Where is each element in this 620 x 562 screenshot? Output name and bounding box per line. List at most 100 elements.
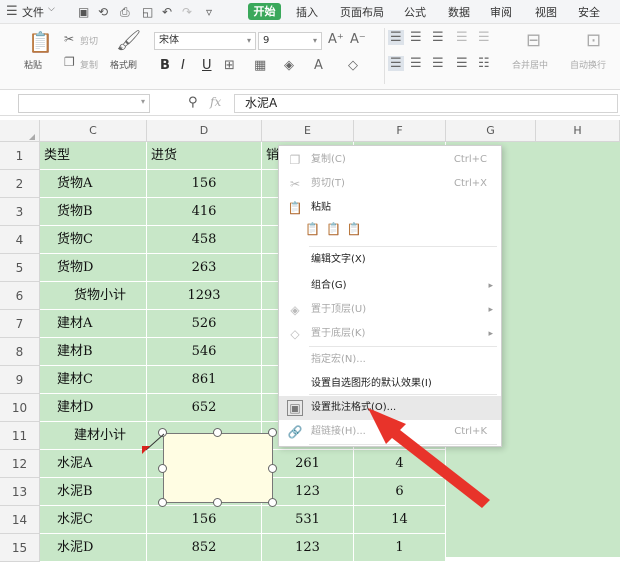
row-header-12[interactable]: 12 <box>0 450 40 478</box>
cell-c12[interactable]: 水泥A <box>40 450 147 478</box>
zoom-search-icon[interactable]: ⚲ <box>188 95 198 110</box>
cell-c9[interactable]: 建材C <box>40 366 147 394</box>
row-header-1[interactable]: 1 <box>0 142 40 170</box>
format-painter-icon[interactable]: 🖌 <box>116 28 141 52</box>
indent-increase-icon[interactable]: ☰ <box>478 30 490 45</box>
row-header-7[interactable]: 7 <box>0 310 40 338</box>
cell-f15[interactable]: 1 <box>354 534 446 562</box>
cell-c11[interactable]: 建材小计 <box>40 422 147 450</box>
cell-d10[interactable]: 652 <box>147 394 262 422</box>
wrap-text-button[interactable]: 自动换行 <box>570 58 606 71</box>
align-center-icon[interactable]: ☰ <box>410 56 422 71</box>
cell-f14[interactable]: 14 <box>354 506 446 534</box>
column-header-d[interactable]: D <box>147 120 262 142</box>
format-painter-button[interactable]: 格式刷 <box>110 58 137 71</box>
row-header-11[interactable]: 11 <box>0 422 40 450</box>
tab-formulas[interactable]: 公式 <box>404 4 426 20</box>
cell-c14[interactable]: 水泥C <box>40 506 147 534</box>
underline-icon[interactable]: U <box>202 58 212 73</box>
resize-handle[interactable] <box>268 498 277 507</box>
row-header-6[interactable]: 6 <box>0 282 40 310</box>
tab-data[interactable]: 数据 <box>448 4 470 20</box>
resize-handle[interactable] <box>268 464 277 473</box>
context-menu-item-3[interactable]: 📋 粘贴 <box>279 196 501 220</box>
print-icon[interactable]: ⎙ <box>120 5 130 20</box>
chevron-down-icon[interactable]: ⌵ <box>48 4 55 14</box>
print-preview-icon[interactable]: ◱ <box>142 5 153 19</box>
context-menu-item-6[interactable]: ◈ 置于顶层(U) ▸ <box>279 298 501 322</box>
bold-icon[interactable]: B <box>160 58 170 73</box>
row-header-3[interactable]: 3 <box>0 198 40 226</box>
cell-c1[interactable]: 类型 <box>40 142 147 170</box>
column-header-e[interactable]: E <box>262 120 354 142</box>
cell-d14[interactable]: 156 <box>147 506 262 534</box>
tab-home[interactable]: 开始 <box>248 3 281 20</box>
cell-d15[interactable]: 852 <box>147 534 262 562</box>
indent-decrease-icon[interactable]: ☰ <box>456 30 468 45</box>
copy-icon[interactable]: ❐ <box>64 55 75 69</box>
row-header-5[interactable]: 5 <box>0 254 40 282</box>
align-right-icon[interactable]: ☰ <box>432 56 444 71</box>
cell-c7[interactable]: 建材A <box>40 310 147 338</box>
borders-icon[interactable]: ⊞ <box>224 58 235 73</box>
cell-e15[interactable]: 123 <box>262 534 354 562</box>
cell-d4[interactable]: 458 <box>147 226 262 254</box>
justify-icon[interactable]: ☰ <box>456 56 468 71</box>
italic-icon[interactable]: I <box>181 58 185 73</box>
fill-pattern-icon[interactable]: ▦ <box>254 58 266 73</box>
undo-history-icon[interactable]: ⟲ <box>98 5 108 19</box>
context-menu-item-8[interactable]: 指定宏(N)... <box>279 348 501 372</box>
cell-d9[interactable]: 861 <box>147 366 262 394</box>
paste-option-icon[interactable]: 📋 <box>326 222 347 236</box>
hamburger-menu-icon[interactable]: ☰ <box>6 4 18 19</box>
column-header-h[interactable]: H <box>536 120 620 142</box>
resize-handle[interactable] <box>158 464 167 473</box>
paste-option-icon[interactable]: 📋 <box>305 222 326 236</box>
row-header-8[interactable]: 8 <box>0 338 40 366</box>
context-menu-item-9[interactable]: 设置自选图形的默认效果(I) <box>279 372 501 396</box>
cell-c13[interactable]: 水泥B <box>40 478 147 506</box>
merge-center-icon[interactable]: ⊟ <box>526 30 541 51</box>
fill-color-icon[interactable]: ◈ <box>284 58 294 73</box>
merge-center-button[interactable]: 合并居中 <box>512 58 548 71</box>
row-header-4[interactable]: 4 <box>0 226 40 254</box>
scissors-icon[interactable]: ✂ <box>64 32 74 46</box>
cell-d2[interactable]: 156 <box>147 170 262 198</box>
paste-option-icon[interactable]: 📋 <box>347 222 368 236</box>
select-all-corner[interactable] <box>0 120 40 142</box>
resize-handle[interactable] <box>213 428 222 437</box>
cell-d7[interactable]: 526 <box>147 310 262 338</box>
resize-handle[interactable] <box>268 428 277 437</box>
wrap-text-icon[interactable]: ⊡ <box>586 30 601 51</box>
save-icon[interactable]: ▣ <box>78 5 89 19</box>
fx-button[interactable]: fx <box>210 95 221 109</box>
name-box[interactable]: ▾ <box>18 94 150 113</box>
row-header-15[interactable]: 15 <box>0 534 40 562</box>
paste-button[interactable]: 粘贴 <box>24 58 42 71</box>
row-header-9[interactable]: 9 <box>0 366 40 394</box>
cell-c4[interactable]: 货物C <box>40 226 147 254</box>
paste-options-row[interactable]: 📋📋📋 <box>305 222 368 236</box>
column-header-f[interactable]: F <box>354 120 446 142</box>
align-left-icon[interactable]: ☰ <box>388 56 404 71</box>
context-menu-item-5[interactable]: 组合(G) ▸ <box>279 274 501 298</box>
cell-d1[interactable]: 进货 <box>147 142 262 170</box>
cell-d6[interactable]: 1293 <box>147 282 262 310</box>
tab-page-layout[interactable]: 页面布局 <box>340 4 384 20</box>
cell-c5[interactable]: 货物D <box>40 254 147 282</box>
undo-icon[interactable]: ↶ <box>162 5 172 19</box>
context-menu-item-4[interactable]: 编辑文字(X) <box>279 248 501 272</box>
cell-c6[interactable]: 货物小计 <box>40 282 147 310</box>
cell-c3[interactable]: 货物B <box>40 198 147 226</box>
align-bottom-icon[interactable]: ☰ <box>432 30 444 45</box>
cell-c2[interactable]: 货物A <box>40 170 147 198</box>
clear-format-icon[interactable]: ◇ <box>348 58 358 73</box>
paste-icon[interactable]: 📋 <box>28 30 53 54</box>
customize-toolbar-icon[interactable]: ▿ <box>206 5 212 19</box>
row-header-2[interactable]: 2 <box>0 170 40 198</box>
column-header-c[interactable]: C <box>40 120 147 142</box>
cell-c8[interactable]: 建材B <box>40 338 147 366</box>
resize-handle[interactable] <box>213 498 222 507</box>
column-header-g[interactable]: G <box>446 120 536 142</box>
cell-e14[interactable]: 531 <box>262 506 354 534</box>
